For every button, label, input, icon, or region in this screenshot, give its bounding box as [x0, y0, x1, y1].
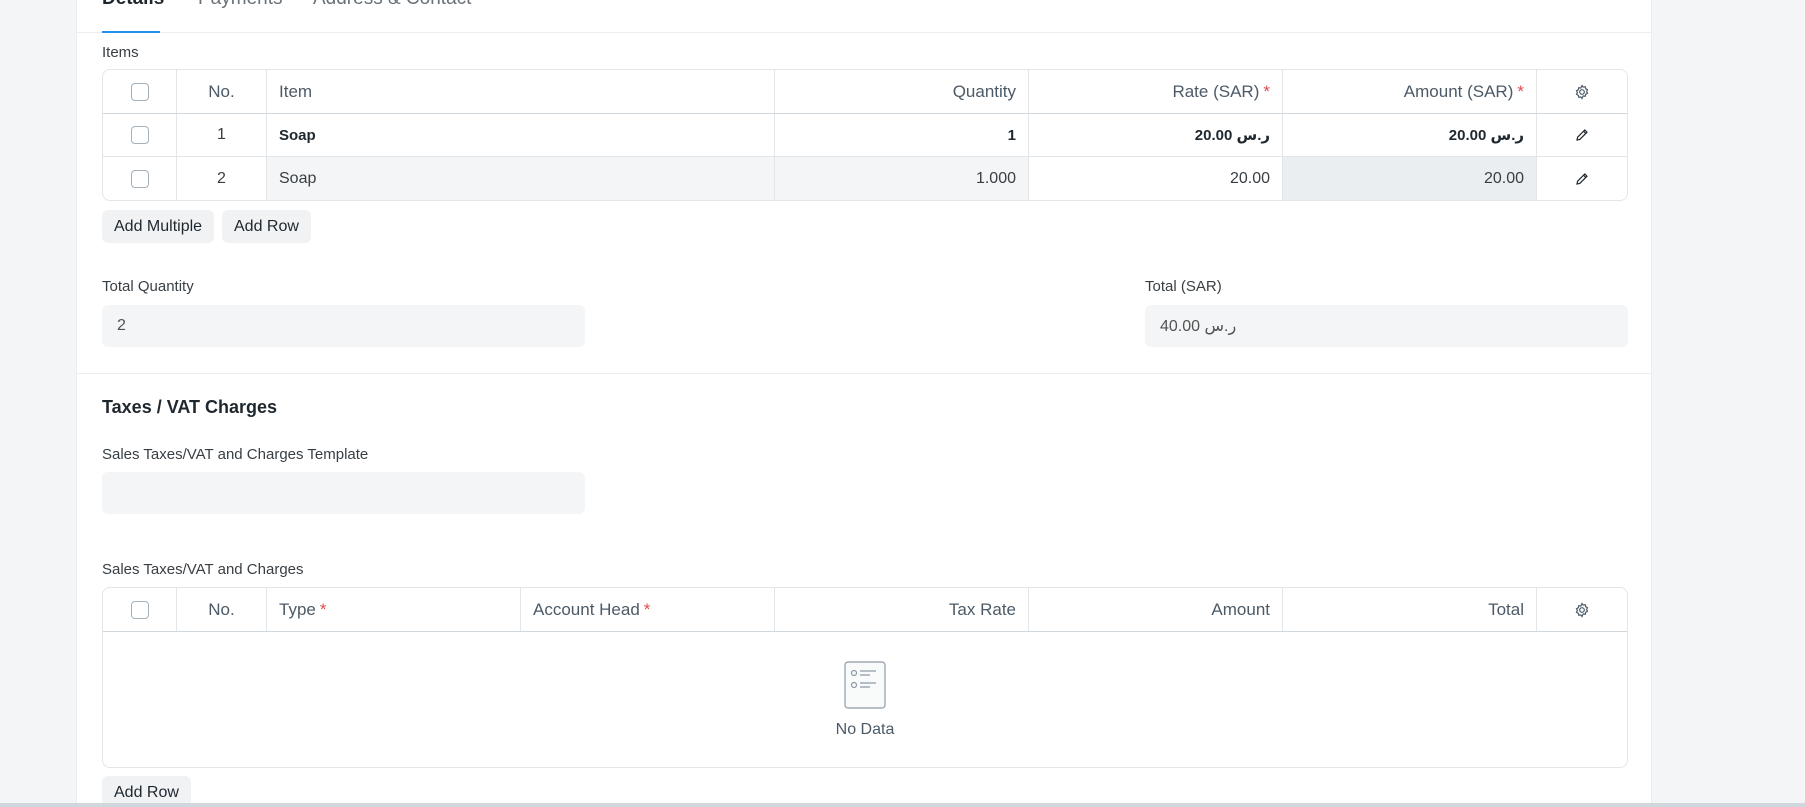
required-mark: * — [643, 599, 651, 619]
col-account-head-label: Account Head — [533, 599, 640, 619]
row-item[interactable]: Soap — [267, 114, 775, 156]
col-no: No. — [177, 588, 267, 631]
gear-icon[interactable] — [1574, 601, 1590, 618]
edit-icon[interactable] — [1575, 128, 1589, 142]
form-page: Details Payments Address & Contact Items… — [76, 0, 1652, 805]
form-tabs: Details Payments Address & Contact — [77, 0, 1651, 33]
edit-icon[interactable] — [1575, 172, 1589, 186]
col-item: Item — [267, 70, 775, 113]
active-tab-indicator — [102, 31, 160, 33]
col-amount-label: Amount (SAR) — [1403, 81, 1514, 101]
add-row-button[interactable]: Add Row — [222, 210, 311, 243]
tab-payments[interactable]: Payments — [198, 0, 282, 10]
col-rate-label: Rate (SAR) — [1172, 81, 1260, 101]
col-rate: Rate (SAR) * — [1029, 70, 1283, 113]
col-type-label: Type — [279, 599, 316, 619]
total-quantity-label: Total Quantity — [102, 278, 194, 295]
tab-address-contact[interactable]: Address & Contact — [313, 0, 471, 10]
col-amount: Amount (SAR) * — [1283, 70, 1537, 113]
col-no: No. — [177, 70, 267, 113]
add-multiple-button[interactable]: Add Multiple — [102, 210, 215, 243]
select-all-checkbox[interactable] — [130, 600, 149, 619]
table-row[interactable]: 1 Soap 1 ر.س 20.00 ر.س 20.00 — [103, 114, 1627, 157]
items-grid: No. Item Quantity Rate (SAR) * Amount (S… — [102, 69, 1628, 201]
tab-details[interactable]: Details — [102, 0, 164, 10]
col-amount: Amount — [1029, 588, 1283, 631]
col-tax-rate: Tax Rate — [775, 588, 1029, 631]
row-rate[interactable]: ر.س 20.00 — [1029, 114, 1283, 156]
select-all-checkbox[interactable] — [130, 82, 149, 101]
required-mark: * — [1263, 81, 1270, 101]
total-label: Total (SAR) — [1145, 278, 1222, 295]
row-checkbox[interactable] — [130, 126, 149, 144]
taxes-charges-label: Sales Taxes/VAT and Charges — [102, 561, 304, 578]
empty-state: No Data — [103, 632, 1627, 767]
col-total: Total — [1283, 588, 1537, 631]
row-no: 2 — [177, 157, 267, 200]
row-rate-input[interactable]: 20.00 — [1029, 157, 1283, 200]
row-checkbox[interactable] — [130, 169, 149, 188]
window-bottom-border — [0, 803, 1805, 807]
col-quantity: Quantity — [775, 70, 1029, 113]
items-grid-header: No. Item Quantity Rate (SAR) * Amount (S… — [103, 70, 1627, 114]
section-divider — [77, 373, 1651, 374]
required-mark: * — [1517, 81, 1524, 101]
row-item-input[interactable]: Soap — [267, 157, 775, 200]
taxes-template-label: Sales Taxes/VAT and Charges Template — [102, 446, 369, 463]
add-tax-row-button[interactable]: Add Row — [102, 776, 191, 805]
taxes-grid-header: No. Type * Account Head * Tax Rate Amoun… — [103, 588, 1627, 632]
table-row[interactable]: 2 Soap 1.000 20.00 20.00 — [103, 157, 1627, 200]
empty-list-icon — [844, 660, 886, 709]
no-data-text: No Data — [835, 720, 895, 738]
total-field: ر.س 40.00 — [1145, 305, 1628, 347]
row-amount-input: 20.00 — [1283, 157, 1537, 200]
row-no: 1 — [177, 114, 267, 156]
gear-icon[interactable] — [1574, 83, 1590, 100]
taxes-section-title: Taxes / VAT Charges — [102, 397, 278, 417]
taxes-grid: No. Type * Account Head * Tax Rate Amoun… — [102, 587, 1628, 768]
total-quantity-field: 2 — [102, 305, 585, 347]
items-label: Items — [102, 44, 139, 61]
taxes-template-input[interactable] — [102, 472, 585, 514]
row-quantity[interactable]: 1 — [775, 114, 1029, 156]
row-quantity-input[interactable]: 1.000 — [775, 157, 1029, 200]
col-account-head: Account Head * — [521, 588, 775, 631]
required-mark: * — [319, 599, 327, 619]
col-type: Type * — [267, 588, 521, 631]
row-amount: ر.س 20.00 — [1283, 114, 1537, 156]
